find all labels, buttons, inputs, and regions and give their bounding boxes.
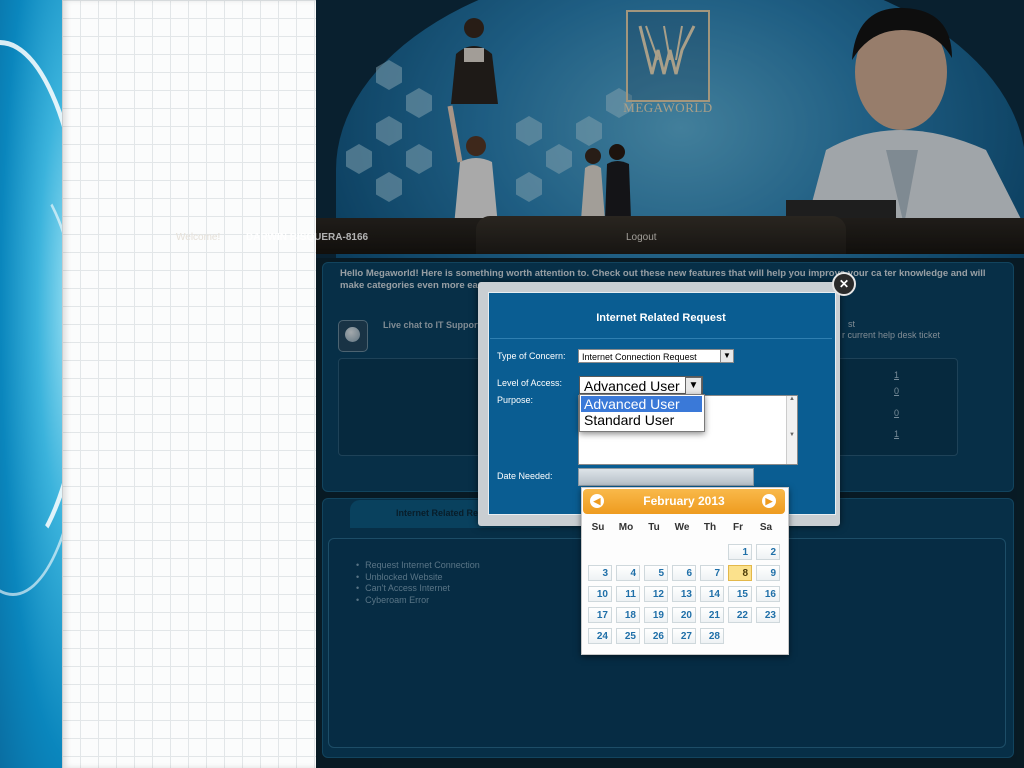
grid-background [62, 0, 316, 768]
level-of-access-value: Advanced User [584, 378, 680, 394]
purpose-label: Purpose: [497, 395, 534, 405]
date-needed-input[interactable] [578, 468, 754, 486]
calendar-day[interactable]: 6 [672, 565, 696, 581]
calendar-day[interactable]: 2 [756, 544, 780, 560]
calendar-day[interactable]: 1 [728, 544, 752, 560]
type-of-concern-value: Internet Connection Request [582, 352, 697, 362]
calendar-day[interactable]: 20 [672, 607, 696, 623]
chevron-left-icon[interactable]: ◀ [590, 494, 604, 508]
calendar-day[interactable]: 11 [616, 586, 640, 602]
calendar-day[interactable]: 7 [700, 565, 724, 581]
decorative-side-banner [0, 0, 62, 768]
calendar-day[interactable]: 16 [756, 586, 780, 602]
calendar-day[interactable]: 9 [756, 565, 780, 581]
calendar-day[interactable]: 12 [644, 586, 668, 602]
close-icon[interactable]: ✕ [832, 272, 856, 296]
chevron-down-icon[interactable]: ▼ [685, 377, 702, 395]
calendar-day[interactable]: 3 [588, 565, 612, 581]
calendar-day[interactable]: 25 [616, 628, 640, 644]
calendar-day[interactable]: 15 [728, 586, 752, 602]
calendar-day[interactable]: 18 [616, 607, 640, 623]
calendar-day[interactable]: 14 [700, 586, 724, 602]
calendar-day[interactable]: 21 [700, 607, 724, 623]
level-of-access-dropdown: Advanced User Standard User [579, 394, 705, 432]
calendar-day[interactable]: 5 [644, 565, 668, 581]
calendar-weekday-label: Sa [759, 522, 773, 533]
scrollbar[interactable]: ▲ ▼ [786, 396, 797, 464]
dialog-title: Internet Related Request [596, 312, 726, 324]
divider [490, 338, 832, 339]
calendar-day[interactable]: 24 [588, 628, 612, 644]
calendar-day[interactable]: 13 [672, 586, 696, 602]
calendar-weekday-label: Tu [648, 522, 660, 533]
dropdown-option-standard-user[interactable]: Standard User [581, 412, 702, 428]
welcome-label: Welcome! [176, 232, 221, 243]
chevron-down-icon[interactable]: ▼ [720, 350, 733, 362]
level-of-access-select[interactable]: Advanced User ▼ [579, 376, 703, 395]
date-needed-label: Date Needed: [497, 471, 553, 481]
calendar-day[interactable]: 19 [644, 607, 668, 623]
level-of-access-label: Level of Access: [497, 378, 563, 388]
calendar-weekday-label: Th [703, 522, 717, 533]
calendar-weekday-label: Su [591, 522, 605, 533]
calendar-weekday-label: Fr [733, 522, 743, 533]
calendar-weekday-label: We [674, 522, 690, 533]
calendar-day[interactable]: 4 [616, 565, 640, 581]
calendar-weekday-label: Mo [618, 522, 634, 533]
calendar-day[interactable]: 8 [728, 565, 752, 581]
calendar-day[interactable]: 22 [728, 607, 752, 623]
calendar-day[interactable]: 27 [672, 628, 696, 644]
type-of-concern-select[interactable]: Internet Connection Request ▼ [578, 349, 734, 363]
calendar-day[interactable]: 10 [588, 586, 612, 602]
calendar-month-title: February 2013 [643, 494, 725, 508]
chevron-right-icon[interactable]: ▶ [762, 494, 776, 508]
calendar-day[interactable]: 26 [644, 628, 668, 644]
calendar-day[interactable]: 28 [700, 628, 724, 644]
type-of-concern-label: Type of Concern: [497, 351, 566, 361]
dropdown-option-advanced-user[interactable]: Advanced User [581, 396, 702, 412]
calendar-day[interactable]: 23 [756, 607, 780, 623]
calendar-day[interactable]: 17 [588, 607, 612, 623]
